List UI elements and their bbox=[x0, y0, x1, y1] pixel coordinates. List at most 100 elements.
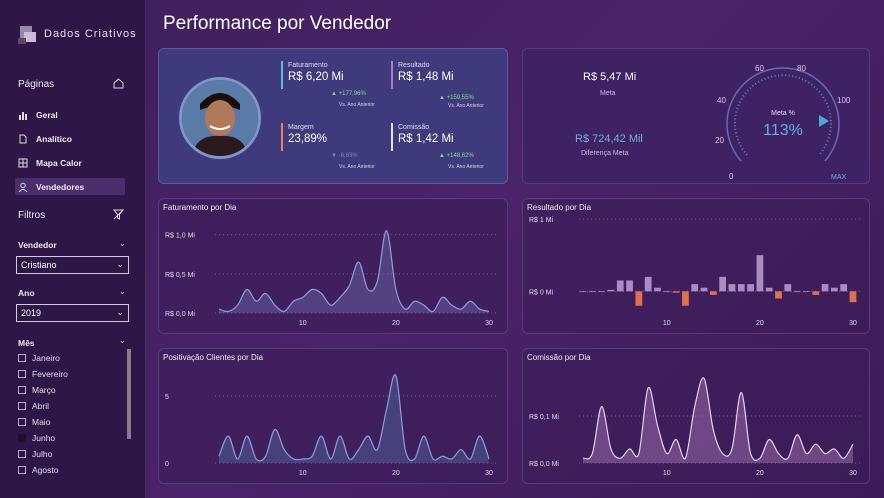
chevron-down-icon: ⌄ bbox=[116, 259, 124, 269]
logo-text: Dados Criativos bbox=[44, 28, 137, 40]
bar bbox=[812, 291, 820, 295]
x-tick-label: 10 bbox=[663, 470, 671, 477]
ano-select[interactable]: 2019 ⌄ bbox=[16, 304, 129, 322]
nav-label: Analítico bbox=[36, 133, 72, 144]
checkbox[interactable] bbox=[18, 402, 26, 410]
avatar bbox=[179, 77, 261, 159]
home-icon[interactable] bbox=[113, 78, 124, 89]
checkbox-checked[interactable] bbox=[18, 434, 26, 442]
person-photo bbox=[182, 80, 258, 156]
kpi-sub: Vs. Ano Anterior bbox=[448, 164, 484, 170]
nav-item-geral[interactable]: Geral bbox=[15, 106, 125, 123]
comissao-chart: R$ 0,1 Mi R$ 0,0 Mi 10 20 30 bbox=[529, 377, 861, 477]
bar bbox=[682, 291, 689, 306]
checkbox[interactable] bbox=[18, 386, 26, 394]
kpi-delta: ▲ +177,96% bbox=[331, 91, 366, 97]
x-tick-label: 10 bbox=[299, 320, 307, 327]
nav-label: Mapa Calor bbox=[36, 157, 82, 168]
gauge-tick: 20 bbox=[715, 136, 724, 145]
checkbox[interactable] bbox=[18, 418, 26, 426]
month-option[interactable]: Maio bbox=[18, 417, 50, 427]
bar bbox=[737, 284, 745, 292]
nav-item-vendedores[interactable]: Vendedores bbox=[15, 178, 125, 195]
month-option[interactable]: Junho bbox=[18, 433, 55, 443]
diff-value: R$ 724,42 Mil bbox=[575, 133, 643, 145]
month-option[interactable]: Janeiro bbox=[18, 353, 60, 363]
vendedor-label: Vendedor bbox=[18, 240, 57, 250]
kpi-label: Margem bbox=[288, 124, 314, 131]
x-tick-label: 20 bbox=[756, 320, 764, 327]
bar bbox=[691, 284, 699, 292]
y-tick-label: R$ 0,0 Mi bbox=[165, 311, 195, 318]
month-label: Abril bbox=[32, 401, 50, 411]
bar bbox=[803, 291, 810, 293]
nav-item-analitico[interactable]: Analítico bbox=[15, 130, 125, 147]
month-option[interactable]: Julho bbox=[18, 449, 52, 459]
kpi-sub: Vs. Ano Anterior bbox=[448, 103, 484, 109]
bar bbox=[579, 291, 587, 293]
chevron-down-icon[interactable]: ⌄ bbox=[119, 239, 126, 248]
bar bbox=[654, 287, 661, 292]
nav-label: Vendedores bbox=[36, 181, 85, 192]
bar bbox=[607, 289, 615, 292]
kpi-label: Comissão bbox=[398, 124, 430, 131]
logo: Dados Criativos bbox=[18, 24, 137, 44]
x-tick-label: 30 bbox=[849, 320, 857, 327]
bar bbox=[793, 291, 801, 293]
x-tick-label: 30 bbox=[485, 470, 493, 477]
month-scrollbar[interactable] bbox=[127, 349, 131, 439]
checkbox[interactable] bbox=[18, 370, 26, 378]
gauge-label: Meta % bbox=[771, 110, 795, 117]
kpi-sub: Vs. Ano Anterior bbox=[339, 102, 375, 108]
meta-label: Meta bbox=[600, 90, 616, 97]
bar bbox=[709, 291, 717, 295]
checkbox[interactable] bbox=[18, 450, 26, 458]
month-option[interactable]: Agosto bbox=[18, 465, 58, 475]
kpi-label: Faturamento bbox=[288, 62, 328, 69]
clear-filter-icon[interactable] bbox=[113, 209, 124, 220]
vendedor-select[interactable]: Cristiano ⌄ bbox=[16, 256, 129, 274]
chart-positivacao-card: Positivação Clientes por Dia 5 0 10 20 30 bbox=[158, 348, 508, 484]
vendedor-value: Cristiano bbox=[21, 260, 57, 270]
mes-label: Mês bbox=[18, 338, 35, 348]
month-option[interactable]: Fevereiro bbox=[18, 369, 68, 379]
meta-gauge: Meta % 113% 0 20 40 60 80 100 MAX bbox=[715, 64, 851, 181]
chevron-down-icon[interactable]: ⌄ bbox=[119, 336, 126, 345]
nav-item-mapa-calor[interactable]: Mapa Calor bbox=[15, 154, 125, 171]
chevron-down-icon[interactable]: ⌄ bbox=[119, 287, 126, 296]
page-title: Performance por Vendedor bbox=[163, 13, 392, 34]
month-option[interactable]: Março bbox=[18, 385, 56, 395]
month-label: Agosto bbox=[32, 465, 59, 475]
x-tick-label: 30 bbox=[485, 320, 493, 327]
gauge-max: MAX bbox=[831, 174, 847, 181]
bar bbox=[756, 255, 764, 292]
y-tick-label: 0 bbox=[165, 461, 169, 468]
x-tick-label: 10 bbox=[299, 470, 307, 477]
bar bbox=[840, 284, 848, 292]
grid-icon bbox=[18, 158, 28, 167]
gauge-value: 113% bbox=[763, 122, 803, 139]
pages-heading: Páginas bbox=[18, 79, 55, 90]
kpi-delta: ▲ +148,62% bbox=[439, 153, 474, 159]
y-tick-label: R$ 0,0 Mi bbox=[529, 461, 559, 468]
bar bbox=[644, 276, 652, 292]
gauge-tick: 60 bbox=[755, 64, 764, 73]
area-fill bbox=[583, 377, 853, 463]
bar bbox=[616, 280, 624, 292]
bar bbox=[663, 291, 671, 293]
y-tick-label: R$ 0 Mi bbox=[529, 289, 554, 296]
x-tick-label: 20 bbox=[392, 320, 400, 327]
user-icon bbox=[18, 182, 28, 192]
kpi-card: Faturamento R$ 6,20 Mi ▲ +177,96% Vs. An… bbox=[158, 48, 508, 184]
month-label: Fevereiro bbox=[32, 369, 68, 379]
checkbox[interactable] bbox=[18, 466, 26, 474]
x-tick-label: 30 bbox=[849, 470, 857, 477]
bar bbox=[747, 284, 754, 292]
bar-chart-icon bbox=[19, 111, 27, 120]
kpi-sub: Vs. Ano Anterior bbox=[339, 164, 375, 170]
month-option[interactable]: Abril bbox=[18, 401, 49, 411]
month-label: Maio bbox=[32, 417, 51, 427]
checkbox[interactable] bbox=[18, 354, 26, 362]
gauge-tick: 80 bbox=[797, 64, 806, 73]
kpi-label: Resultado bbox=[398, 62, 430, 69]
